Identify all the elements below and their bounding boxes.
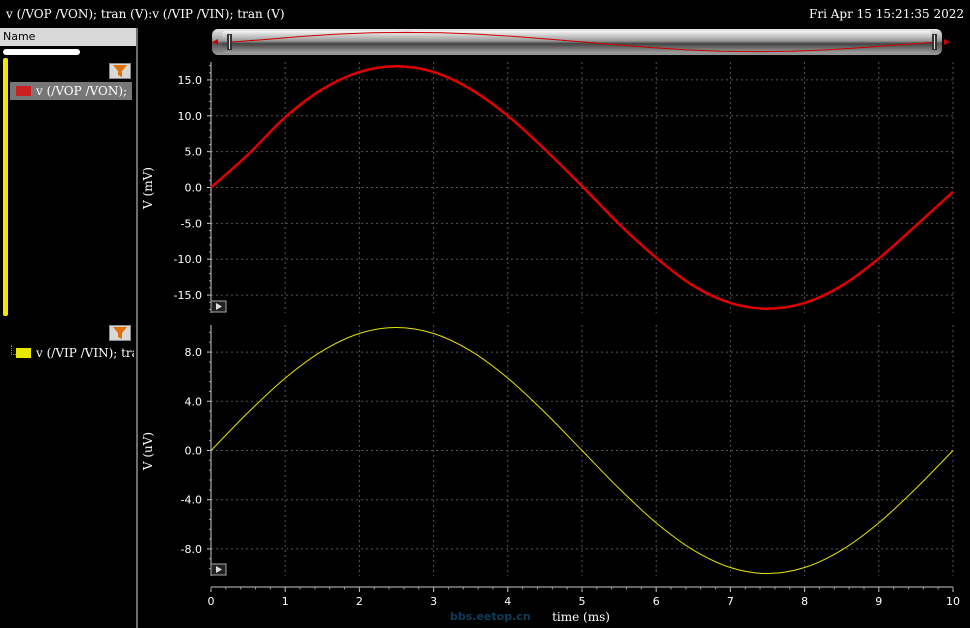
x-axis-label: time (ms)	[552, 610, 610, 624]
y-tick-label: 0.0	[185, 445, 203, 458]
x-tick-label: 1	[282, 595, 289, 608]
x-tick-label: 0	[208, 595, 215, 608]
overview-trace	[231, 31, 933, 53]
y-tick-label: 0.0	[185, 182, 203, 195]
y-tick-label: 10.0	[178, 110, 203, 123]
y-axis-label-bottom: V (uV)	[141, 432, 155, 471]
x-tick-label: 4	[504, 595, 511, 608]
x-axis: 0 1 2 3 4 5 6 7 8 9 10	[208, 586, 960, 608]
y-tick-label: 4.0	[185, 395, 203, 408]
y-tick-label: -4.0	[181, 494, 202, 507]
y-tick-label: 15.0	[178, 74, 203, 87]
x-tick-label: 6	[653, 595, 660, 608]
bottom-strip: 8.0 4.0 0.0 -4.0 -8.0	[181, 325, 954, 576]
y-tick-label: -15.0	[174, 289, 202, 302]
scrubber-right-handle[interactable]	[932, 34, 937, 50]
x-tick-label: 2	[356, 595, 363, 608]
x-tick-label: 5	[579, 595, 586, 608]
x-tick-label: 9	[875, 595, 882, 608]
y-tick-label: 5.0	[185, 146, 203, 159]
y-tick-label: -8.0	[181, 543, 202, 556]
y-tick-label: -5.0	[181, 217, 202, 230]
y-tick-label: 8.0	[185, 346, 203, 359]
y-tick-label: -10.0	[174, 253, 202, 266]
y-axis-label-top: V (mV)	[141, 167, 155, 210]
scroll-left-arrow-icon[interactable]	[212, 39, 218, 45]
strip-expand-button-top[interactable]	[210, 300, 227, 313]
plot-area: 15.0 10.0 5.0 0.0 -5.0 -10.0 -15.0 8.0 4.0 0.0 -4…	[141, 31, 960, 624]
x-tick-label: 3	[430, 595, 437, 608]
top-strip: 15.0 10.0 5.0 0.0 -5.0 -10.0 -15.0	[174, 62, 954, 313]
x-tick-label: 7	[727, 595, 734, 608]
x-tick-label: 10	[946, 595, 960, 608]
x-tick-label: 8	[801, 595, 808, 608]
watermark: bbs.eetop.cn	[450, 610, 531, 623]
scroll-right-arrow-icon[interactable]	[944, 39, 950, 45]
scrubber-left-handle[interactable]	[227, 34, 232, 50]
strip-expand-button-bottom[interactable]	[210, 563, 227, 576]
